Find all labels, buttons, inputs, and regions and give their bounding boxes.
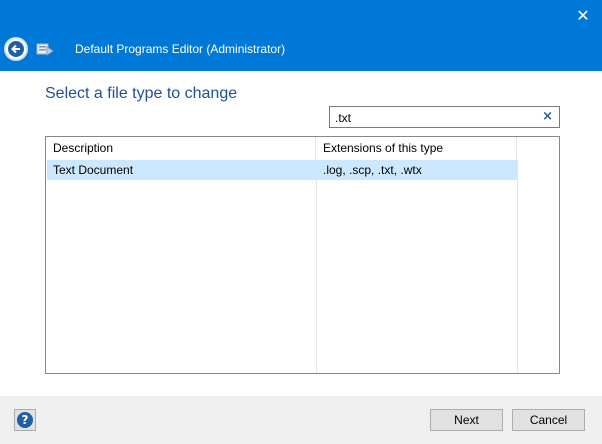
column-divider	[517, 159, 518, 373]
help-button[interactable]: ?	[14, 409, 36, 431]
column-header-extensions[interactable]: Extensions of this type	[316, 137, 517, 159]
back-arrow-icon	[8, 41, 24, 57]
table-row[interactable]: Text Document .log, .scp, .txt, .wtx	[47, 160, 517, 180]
search-input[interactable]: .txt ×	[329, 106, 560, 128]
window-title: Default Programs Editor (Administrator)	[75, 42, 286, 56]
title-bar: ✕ Default Programs Editor (Administrator…	[0, 0, 602, 71]
footer-bar: ? Next Cancel	[0, 396, 602, 444]
row-extensions: .log, .scp, .txt, .wtx	[323, 163, 422, 177]
file-type-list[interactable]: Description Extensions of this type Text…	[45, 136, 560, 374]
clear-icon[interactable]: ×	[542, 110, 553, 124]
close-icon[interactable]: ✕	[573, 6, 593, 26]
column-divider	[316, 159, 317, 373]
row-description: Text Document	[53, 163, 134, 177]
search-value: .txt	[335, 111, 352, 125]
page-heading: Select a file type to change	[45, 85, 238, 102]
next-button[interactable]: Next	[430, 409, 503, 431]
column-header-description[interactable]: Description	[46, 137, 316, 159]
help-icon: ?	[17, 412, 33, 428]
cancel-button[interactable]: Cancel	[512, 409, 585, 431]
app-icon	[36, 43, 54, 56]
back-button[interactable]	[4, 37, 28, 61]
